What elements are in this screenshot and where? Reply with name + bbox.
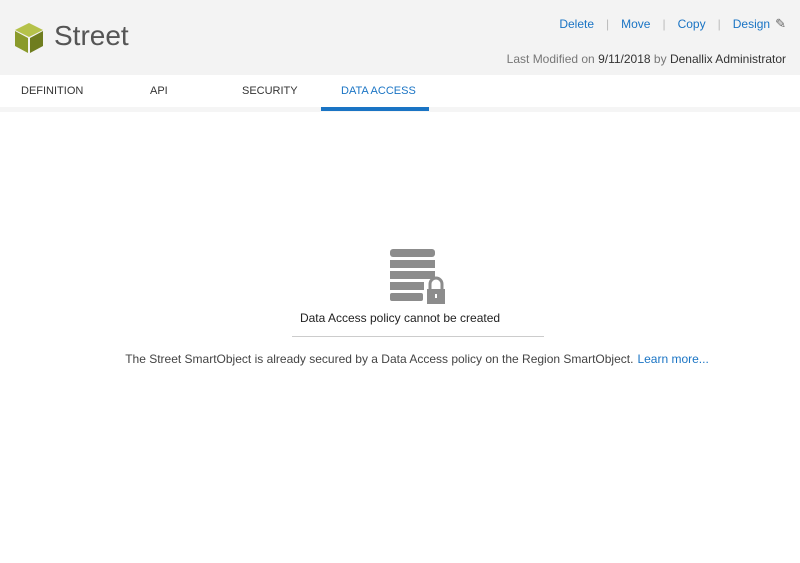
tab-definition[interactable]: DEFINITION: [21, 85, 83, 97]
action-bar: Delete | Move | Copy | Design ✎: [559, 16, 786, 32]
tab-bar: DEFINITION API SECURITY DATA ACCESS: [0, 75, 800, 107]
page-title: Street: [54, 20, 129, 51]
divider: |: [606, 17, 610, 31]
modified-label: Last Modified on: [506, 52, 595, 66]
empty-state-heading: Data Access policy cannot be created: [299, 311, 501, 325]
tab-data-access[interactable]: DATA ACCESS: [341, 85, 416, 97]
tab-security[interactable]: SECURITY: [242, 85, 298, 97]
last-modified: Last Modified on 9/11/2018 by Denallix A…: [507, 52, 786, 66]
smartobject-cube-icon: [15, 23, 43, 53]
locked-database-icon: [390, 249, 445, 304]
divider: |: [717, 17, 721, 31]
learn-more-link[interactable]: Learn more...: [637, 352, 708, 366]
move-link[interactable]: Move: [621, 17, 650, 31]
divider: |: [662, 17, 666, 31]
delete-link[interactable]: Delete: [559, 17, 594, 31]
divider: [292, 336, 544, 337]
pencil-icon[interactable]: ✎: [775, 16, 786, 32]
tab-api[interactable]: API: [150, 85, 168, 97]
by-label: by: [653, 52, 667, 66]
description-text: The Street SmartObject is already secure…: [125, 352, 634, 366]
page-header: Street Delete | Move | Copy | Design ✎ Last …: [0, 0, 800, 75]
active-tab-indicator: [321, 107, 429, 111]
design-link[interactable]: Design: [733, 17, 770, 31]
modified-date: 9/11/2018: [598, 52, 651, 66]
empty-state-description: The Street SmartObject is already secure…: [0, 352, 800, 366]
modified-by: Denallix Administrator: [669, 52, 786, 66]
copy-link[interactable]: Copy: [678, 17, 706, 31]
